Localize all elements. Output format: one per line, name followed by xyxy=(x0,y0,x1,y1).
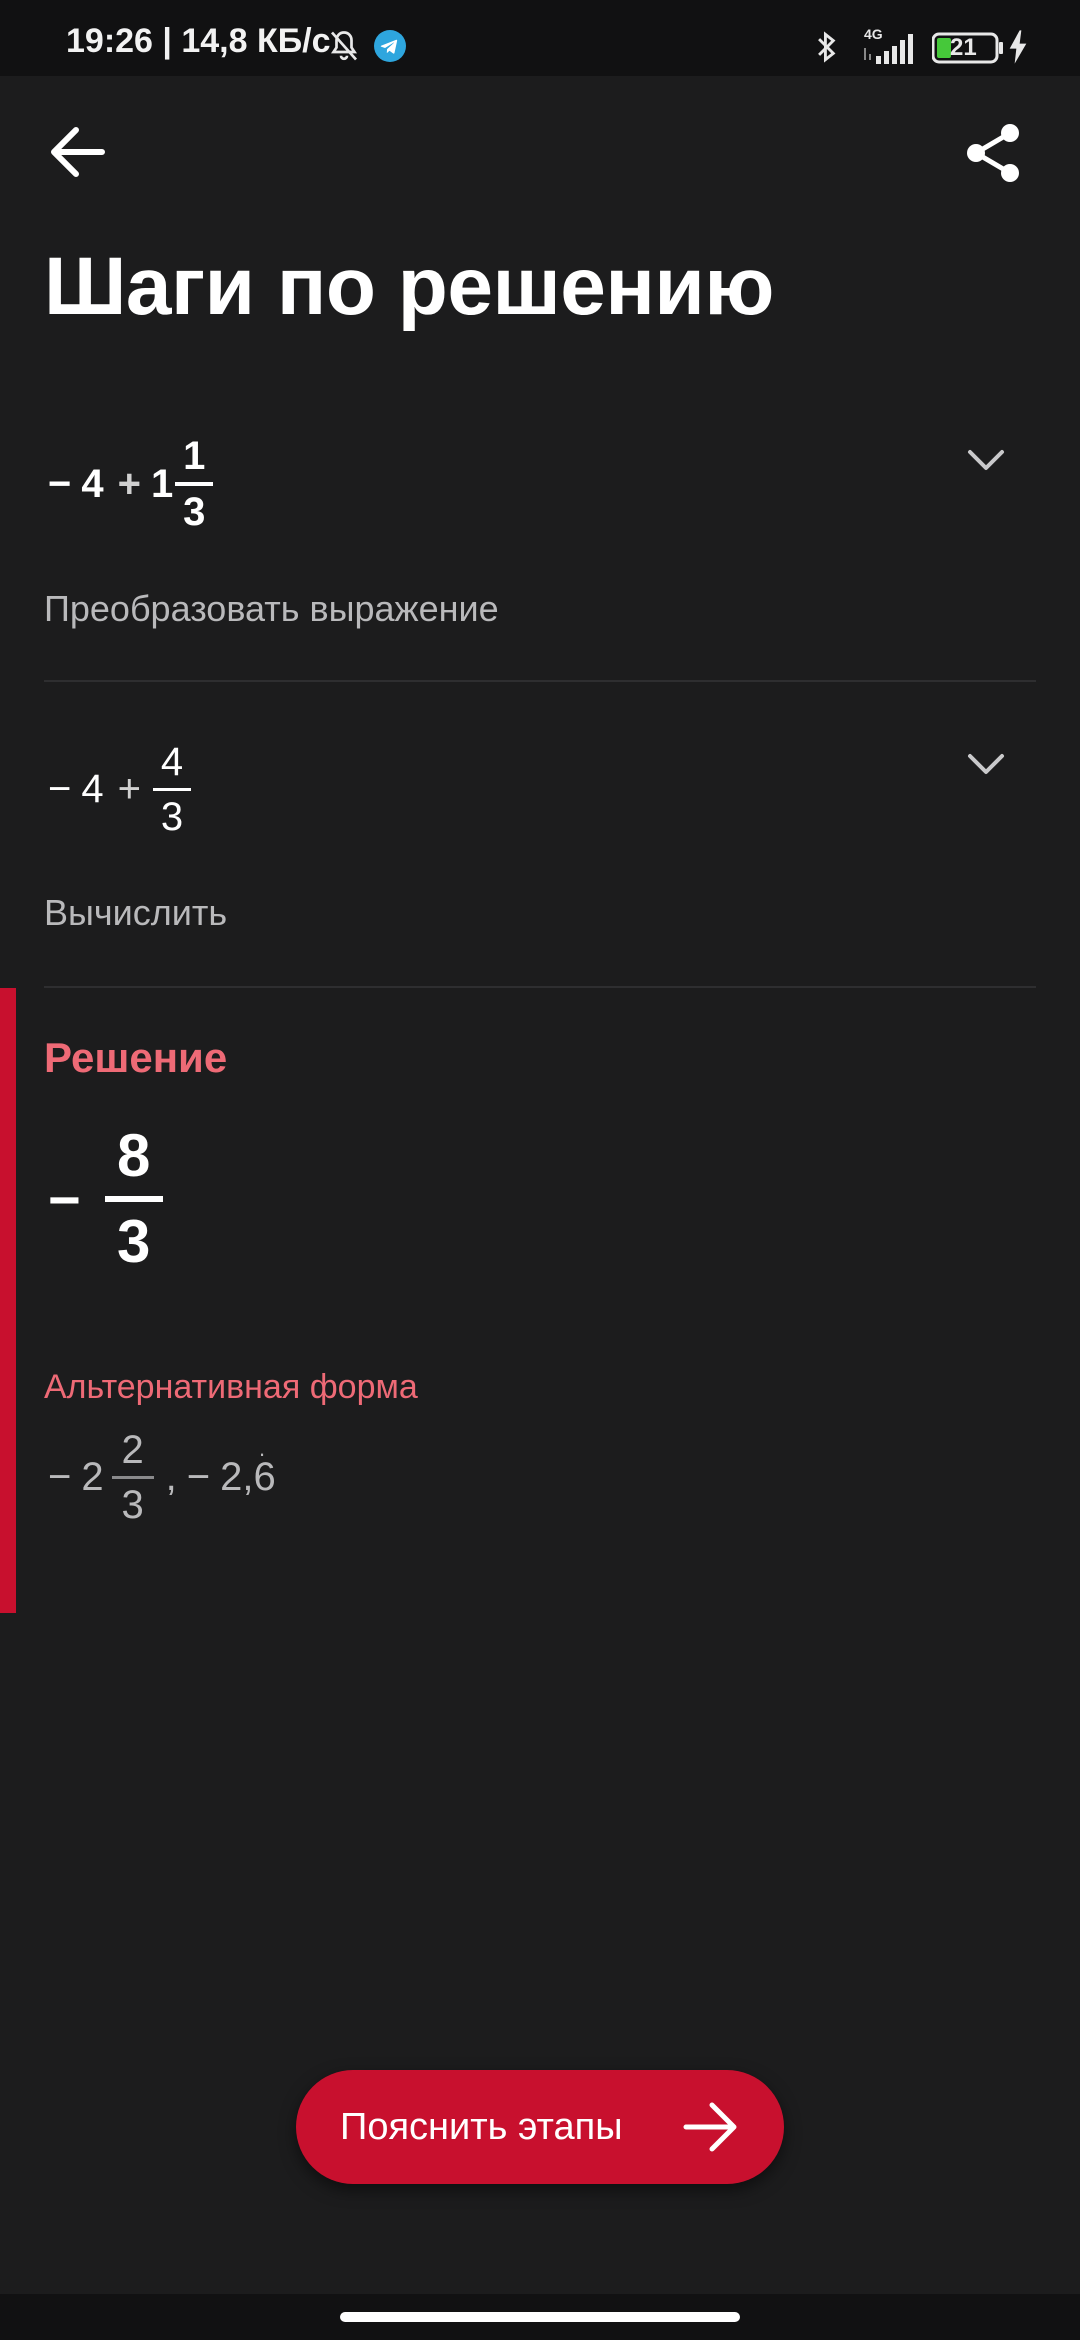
home-gesture-handle[interactable] xyxy=(340,2312,740,2322)
solution-denominator: 3 xyxy=(117,1208,151,1275)
arrow-right-icon xyxy=(682,2101,740,2158)
fraction: 1 3 xyxy=(175,434,214,534)
alt-denominator: 3 xyxy=(121,1483,144,1527)
alt-fraction: 2 3 xyxy=(111,1428,154,1527)
alt-decimal: 2,6 · xyxy=(220,1441,276,1500)
step-2[interactable]: − 4 + 4 3 Вычислить xyxy=(44,734,1036,974)
back-button[interactable] xyxy=(46,124,108,180)
alt-decimal-sign: − xyxy=(186,1455,211,1499)
chevron-down-icon[interactable] xyxy=(966,448,1006,477)
divider xyxy=(44,986,1036,988)
status-time-speed: 19:26 | 14,8 КБ/с xyxy=(66,22,331,60)
fraction-bar xyxy=(111,1476,154,1479)
expr-whole: 4 xyxy=(81,461,104,506)
fraction-bar xyxy=(152,788,191,791)
share-icon xyxy=(964,122,1022,184)
solution-fraction: 8 3 xyxy=(104,1122,163,1275)
alt-separator: , xyxy=(165,1455,177,1499)
step-1[interactable]: − 4 + 1 1 3 Преобразовать выражение xyxy=(44,428,1036,668)
solution-sign: − xyxy=(48,1167,81,1231)
charging-icon xyxy=(1008,30,1028,64)
alternative-form-expression: − 2 2 3 , − 2,6 · xyxy=(48,1430,276,1525)
alt-numerator: 2 xyxy=(121,1428,144,1472)
divider xyxy=(44,680,1036,682)
repeating-dot-icon: · xyxy=(258,1441,266,1466)
solution-numerator: 8 xyxy=(117,1122,151,1189)
solution-accent-bar xyxy=(0,988,16,1613)
step-1-label: Преобразовать выражение xyxy=(44,588,499,629)
bluetooth-icon xyxy=(812,28,842,66)
fraction: 4 3 xyxy=(152,740,191,839)
expr-whole: 4 xyxy=(81,767,104,811)
expr-operator: + xyxy=(117,461,141,506)
telegram-icon xyxy=(374,30,406,62)
expr-sign: − xyxy=(48,767,72,811)
fraction-numerator: 1 xyxy=(183,434,206,478)
explain-steps-button[interactable]: Пояснить этапы xyxy=(296,2070,784,2184)
alt-sign: − xyxy=(48,1455,72,1499)
step-2-expression: − 4 + 4 3 xyxy=(48,742,193,837)
expr-operator: + xyxy=(117,767,141,811)
explain-steps-label: Пояснить этапы xyxy=(340,2106,623,2148)
alternative-form-title: Альтернативная форма xyxy=(44,1368,418,1406)
fraction-denominator: 3 xyxy=(183,490,206,534)
expr-sign: − xyxy=(48,461,72,506)
arrow-left-icon xyxy=(46,124,108,180)
solution-expression: − 8 3 xyxy=(48,1126,165,1272)
alt-decimal-value: 2,6 xyxy=(220,1455,276,1499)
step-1-expression: − 4 + 1 1 3 xyxy=(48,436,215,532)
solution-title: Решение xyxy=(44,1034,228,1081)
fraction-denominator: 3 xyxy=(160,795,184,839)
expr-mixed-whole: 1 xyxy=(150,461,174,506)
fraction-bar xyxy=(175,482,214,486)
notifications-muted-icon xyxy=(326,28,362,64)
chevron-down-icon[interactable] xyxy=(966,752,1006,781)
signal-icon xyxy=(862,34,918,64)
battery-level: 21 xyxy=(950,34,977,61)
navigation-bar xyxy=(0,2294,1080,2340)
fraction-numerator: 4 xyxy=(160,740,184,784)
status-bar: 19:26 | 14,8 КБ/с 4G 21 xyxy=(0,0,1080,76)
page-title: Шаги по решению xyxy=(44,241,774,332)
alt-whole: 2 xyxy=(81,1455,104,1499)
share-button[interactable] xyxy=(964,122,1022,184)
step-2-label: Вычислить xyxy=(44,892,228,933)
fraction-bar xyxy=(104,1196,163,1202)
